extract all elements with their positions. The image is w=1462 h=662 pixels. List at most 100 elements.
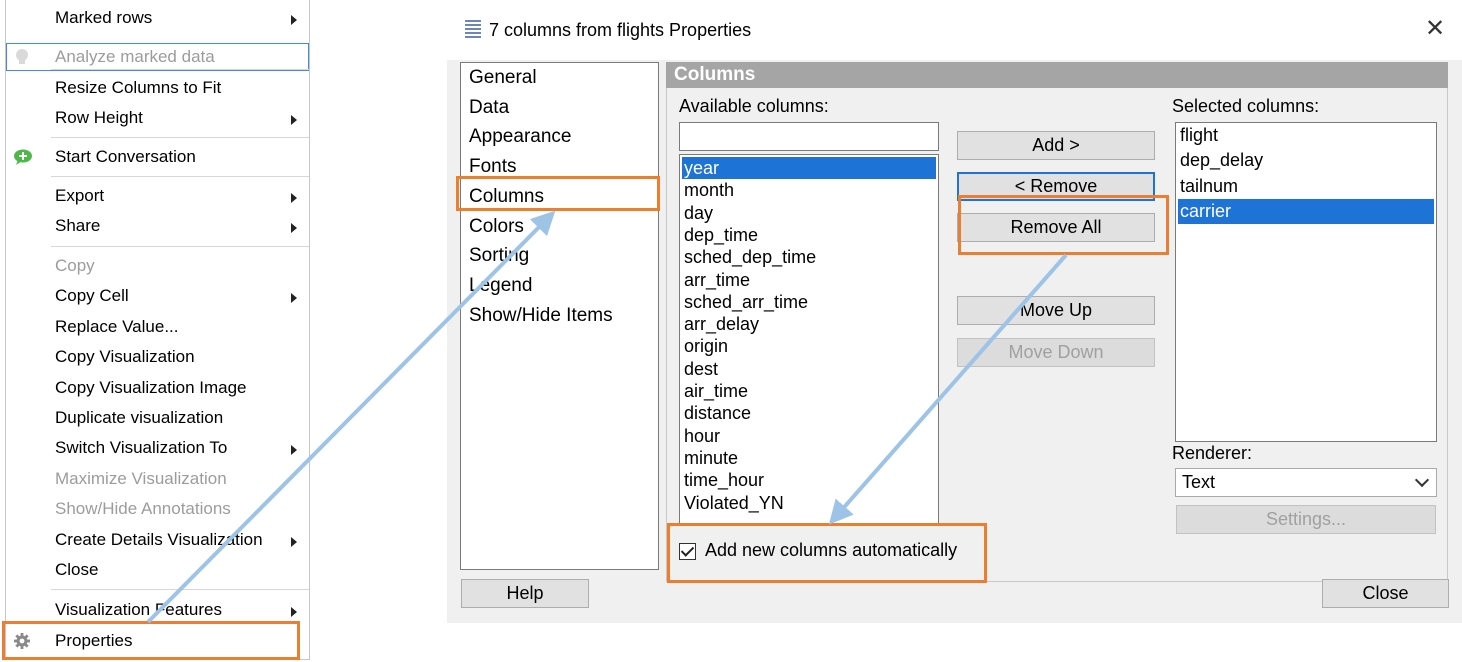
- menu-item-label: Replace Value...: [55, 317, 179, 336]
- chevron-down-icon: [1414, 472, 1430, 488]
- menu-item-copy-cell[interactable]: Copy Cell: [6, 282, 309, 310]
- menu-item-label: Copy Cell: [55, 286, 129, 305]
- menu-item-start-conversation[interactable]: Start Conversation: [6, 143, 309, 171]
- submenu-arrow-icon: [291, 607, 297, 617]
- nav-item-sorting[interactable]: Sorting: [469, 245, 529, 267]
- menu-item-label: Start Conversation: [55, 147, 196, 166]
- selected-column-item[interactable]: tailnum: [1178, 174, 1434, 199]
- available-column-item[interactable]: distance: [682, 402, 936, 424]
- available-column-item[interactable]: month: [682, 179, 936, 201]
- move-down-button[interactable]: Move Down: [957, 338, 1155, 367]
- selected-column-item[interactable]: carrier: [1178, 198, 1434, 224]
- section-header: Columns: [666, 62, 1448, 88]
- available-column-item[interactable]: year: [682, 157, 936, 179]
- nav-item-colors[interactable]: Colors: [469, 216, 524, 238]
- available-columns-list[interactable]: year month day dep_time sched_dep_time arr_ti…: [679, 154, 939, 526]
- menu-item-copy: Copy: [6, 252, 309, 280]
- selected-column-item[interactable]: dep_delay: [1178, 148, 1434, 173]
- move-up-button[interactable]: Move Up: [957, 296, 1155, 325]
- menu-item-show-hide-annotations: Show/Hide Annotations: [6, 495, 309, 523]
- menu-item-label: Switch Visualization To: [55, 438, 228, 457]
- menu-separator: [51, 176, 309, 177]
- menu-item-visualization-features[interactable]: Visualization Features: [6, 596, 309, 624]
- available-column-item[interactable]: minute: [682, 447, 936, 469]
- menu-item-copy-visualization-image[interactable]: Copy Visualization Image: [6, 374, 309, 402]
- menu-separator: [51, 137, 309, 138]
- renderer-select[interactable]: Text: [1175, 468, 1437, 497]
- remove-button[interactable]: < Remove: [957, 172, 1155, 201]
- menu-item-label: Marked rows: [55, 8, 153, 27]
- close-icon[interactable]: ✕: [1423, 16, 1447, 42]
- available-column-item[interactable]: origin: [682, 335, 936, 357]
- dialog-titlebar: 7 columns from flights Properties ✕: [447, 0, 1462, 60]
- submenu-arrow-icon: [291, 115, 297, 125]
- menu-item-marked-rows[interactable]: Marked rows: [6, 4, 309, 32]
- submenu-arrow-icon: [291, 193, 297, 203]
- menu-item-close[interactable]: Close: [6, 556, 309, 584]
- menu-item-label: Show/Hide Annotations: [55, 499, 231, 518]
- available-column-item[interactable]: sched_arr_time: [682, 291, 936, 313]
- available-column-item[interactable]: dep_time: [682, 224, 936, 246]
- menu-item-maximize-visualization: Maximize Visualization: [6, 465, 309, 493]
- available-column-item[interactable]: dest: [682, 358, 936, 380]
- column-filter-input[interactable]: [679, 122, 939, 151]
- menu-item-create-details-visualization[interactable]: Create Details Visualization: [6, 526, 309, 554]
- properties-dialog: 7 columns from flights Properties ✕ Gene…: [447, 0, 1462, 623]
- menu-item-label: Resize Columns to Fit: [55, 78, 222, 97]
- nav-item-data[interactable]: Data: [469, 97, 509, 119]
- nav-item-legend[interactable]: Legend: [469, 275, 532, 297]
- menu-item-label: Properties: [55, 631, 133, 650]
- available-column-item[interactable]: Violated_YN: [682, 492, 936, 514]
- menu-item-label: Copy: [55, 256, 95, 275]
- menu-item-label: Close: [55, 560, 99, 579]
- menu-item-properties[interactable]: Properties: [6, 627, 309, 655]
- nav-item-columns[interactable]: Columns: [469, 186, 544, 208]
- selected-columns-list[interactable]: flight dep_delay tailnum carrier: [1175, 122, 1437, 442]
- available-column-item[interactable]: arr_time: [682, 269, 936, 291]
- add-comment-icon: [13, 148, 32, 166]
- menu-item-label: Create Details Visualization: [55, 530, 263, 549]
- nav-item-fonts[interactable]: Fonts: [469, 156, 517, 178]
- menu-item-label: Analyze marked data: [55, 47, 215, 66]
- lightbulb-icon: [13, 48, 31, 66]
- submenu-arrow-icon: [291, 223, 297, 233]
- context-menu: Marked rows Analyze marked data Resize Col…: [5, 0, 310, 660]
- help-button[interactable]: Help: [461, 579, 589, 608]
- menu-item-label: Share: [55, 216, 101, 235]
- nav-item-show-hide-items[interactable]: Show/Hide Items: [469, 305, 613, 327]
- menu-item-replace-value[interactable]: Replace Value...: [6, 313, 309, 341]
- submenu-arrow-icon: [291, 293, 297, 303]
- menu-item-share[interactable]: Share: [6, 212, 309, 240]
- menu-item-switch-visualization-to[interactable]: Switch Visualization To: [6, 434, 309, 462]
- close-button[interactable]: Close: [1322, 579, 1449, 608]
- menu-item-label: Duplicate visualization: [55, 408, 224, 427]
- available-column-item[interactable]: time_hour: [682, 469, 936, 491]
- menu-item-export[interactable]: Export: [6, 182, 309, 210]
- nav-item-appearance[interactable]: Appearance: [469, 126, 571, 148]
- available-columns-label: Available columns:: [679, 96, 829, 116]
- menu-item-resize-columns-to-fit[interactable]: Resize Columns to Fit: [6, 74, 309, 102]
- properties-nav-list: General Data Appearance Fonts Columns Colors S…: [460, 62, 659, 570]
- auto-add-columns-checkbox[interactable]: [679, 543, 696, 560]
- available-column-item[interactable]: sched_dep_time: [682, 246, 936, 268]
- table-icon: [465, 20, 481, 42]
- menu-separator: [51, 69, 309, 70]
- renderer-value: Text: [1182, 472, 1216, 492]
- submenu-arrow-icon: [291, 15, 297, 25]
- available-column-item[interactable]: day: [682, 202, 936, 224]
- menu-item-copy-visualization[interactable]: Copy Visualization: [6, 343, 309, 371]
- menu-item-duplicate-visualization[interactable]: Duplicate visualization: [6, 404, 309, 432]
- available-column-item[interactable]: air_time: [682, 380, 936, 402]
- available-column-item[interactable]: hour: [682, 425, 936, 447]
- remove-all-button[interactable]: Remove All: [957, 213, 1155, 242]
- menu-separator: [51, 589, 309, 590]
- selected-column-item[interactable]: flight: [1178, 123, 1434, 148]
- nav-item-general[interactable]: General: [469, 67, 537, 89]
- gear-icon: [13, 632, 31, 650]
- settings-button[interactable]: Settings...: [1176, 505, 1436, 534]
- menu-item-label: Copy Visualization Image: [55, 378, 247, 397]
- add-button[interactable]: Add >: [957, 131, 1155, 160]
- dialog-title: 7 columns from flights Properties: [489, 20, 752, 40]
- menu-item-row-height[interactable]: Row Height: [6, 104, 309, 132]
- available-column-item[interactable]: arr_delay: [682, 313, 936, 335]
